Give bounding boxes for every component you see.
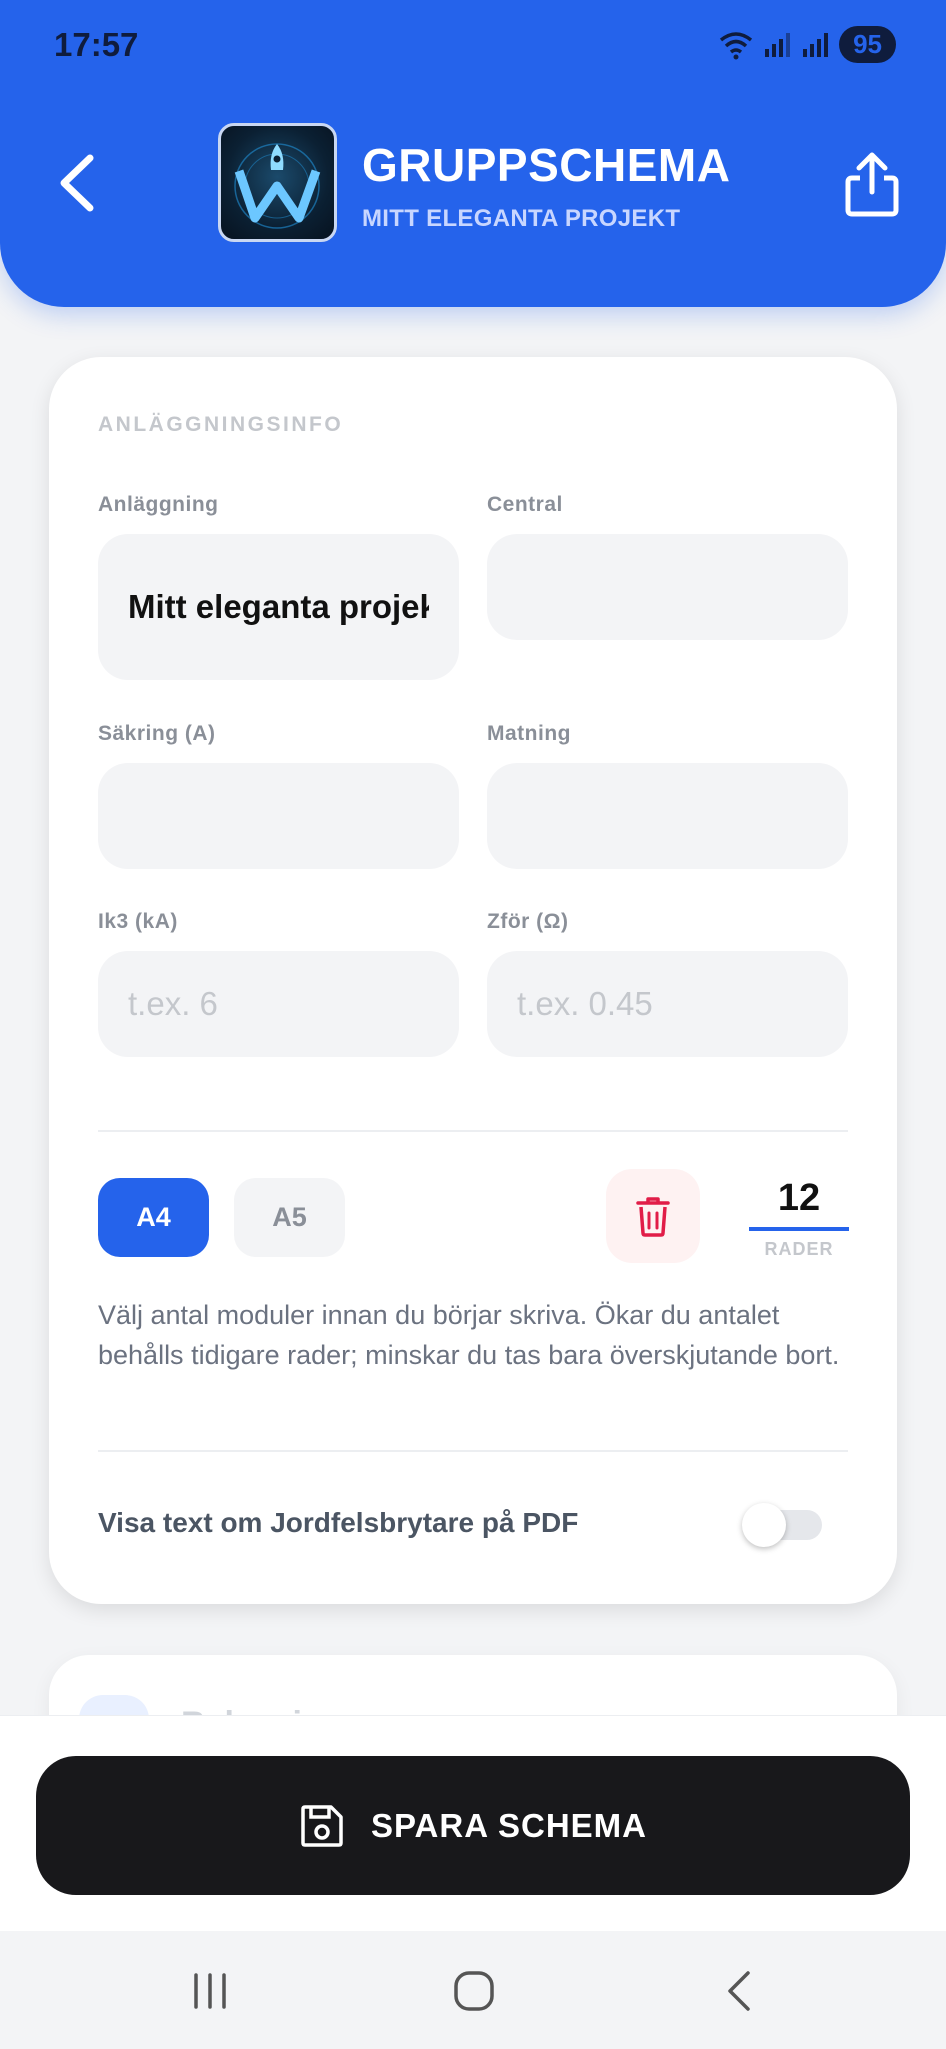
save-icon: [301, 1804, 343, 1847]
ik3-input[interactable]: [98, 951, 459, 1057]
share-button[interactable]: [842, 150, 902, 220]
jordfelsbrytare-toggle[interactable]: [742, 1503, 822, 1547]
project-subtitle: MITT ELEGANTA PROJEKT: [362, 205, 681, 232]
system-nav-bar: [0, 1931, 946, 2049]
central-input[interactable]: [487, 534, 848, 640]
ik3-label: Ik3 (kA): [98, 910, 178, 933]
toggle-knob: [742, 1503, 786, 1547]
trash-icon: [636, 1197, 670, 1237]
signal-icon: [765, 32, 791, 57]
signal-icon-2: [803, 32, 829, 57]
chevron-left-icon: [60, 154, 94, 212]
central-label: Central: [487, 493, 563, 516]
rows-label: RADER: [764, 1239, 834, 1259]
recent-apps-icon: [194, 1973, 226, 2009]
chevron-left-icon: [728, 1971, 750, 2011]
jordfelsbrytare-toggle-label: Visa text om Jordfelsbrytare på PDF: [98, 1507, 579, 1538]
status-time: 17:57: [54, 26, 139, 63]
sakring-input[interactable]: [98, 763, 459, 869]
bottom-action-bar: SPARA SCHEMA: [0, 1715, 946, 1931]
page-title: GRUPPSCHEMA: [362, 139, 731, 191]
zfor-label: Zför (Ω): [487, 910, 569, 933]
save-schema-button[interactable]: SPARA SCHEMA: [36, 1756, 910, 1895]
app-logo: [218, 123, 337, 242]
divider-2: [98, 1450, 848, 1452]
matning-input[interactable]: [487, 763, 848, 869]
rows-underline: [749, 1227, 849, 1231]
app-header: 17:57 95 GRUPPSCHEMA MITT ELEGANTA PROJE…: [0, 0, 946, 307]
recent-apps-button[interactable]: [180, 1961, 240, 2021]
divider: [98, 1130, 848, 1132]
system-back-button[interactable]: [710, 1961, 770, 2021]
home-icon: [454, 1971, 494, 2011]
back-button[interactable]: [52, 150, 104, 216]
battery-indicator: 95: [839, 26, 896, 63]
zfor-input[interactable]: [487, 951, 848, 1057]
section-title: ANLÄGGNINGSINFO: [98, 413, 344, 436]
anlaggning-input[interactable]: [98, 534, 459, 680]
rows-count-input[interactable]: 12: [749, 1177, 849, 1220]
help-text: Välj antal moduler innan du börjar skriv…: [98, 1300, 840, 1370]
share-icon: [845, 152, 899, 217]
save-button-label: SPARA SCHEMA: [370, 1806, 648, 1844]
anlaggning-label: Anläggning: [98, 493, 219, 516]
format-a4-button[interactable]: A4: [98, 1178, 209, 1257]
matning-label: Matning: [487, 722, 571, 745]
sakring-label: Säkring (A): [98, 722, 216, 745]
format-a5-button[interactable]: A5: [234, 1178, 345, 1257]
logo-w-icon: [234, 143, 321, 229]
wifi-icon: [719, 31, 753, 59]
facility-info-card: ANLÄGGNINGSINFO Anläggning Central Säkri…: [49, 357, 897, 1604]
status-icons: 95: [719, 26, 896, 63]
delete-rows-button[interactable]: [606, 1169, 700, 1263]
home-button[interactable]: [444, 1961, 504, 2021]
